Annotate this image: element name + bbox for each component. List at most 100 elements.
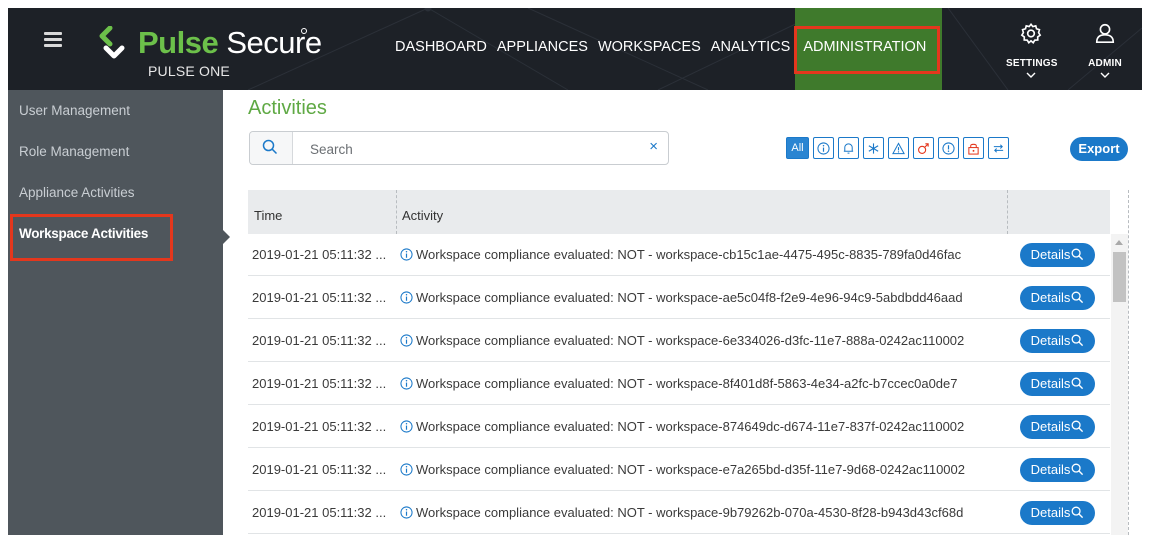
info-icon — [400, 506, 413, 519]
nav-workspaces[interactable]: WORKSPACES — [593, 8, 706, 90]
nav-dashboard[interactable]: DASHBOARD — [389, 8, 492, 90]
filter-sync-button[interactable] — [988, 137, 1009, 159]
activity-description: Workspace compliance evaluated: NOT - wo… — [416, 462, 965, 477]
scroll-up-arrow-icon[interactable] — [1115, 240, 1123, 245]
filter-user-button[interactable] — [913, 137, 934, 159]
details-label: Details — [1030, 505, 1071, 520]
activity-description-cell: Workspace compliance evaluated: NOT - wo… — [400, 277, 963, 319]
activity-time: 2019-01-21 05:11:32 ... — [252, 462, 387, 477]
info-icon — [400, 291, 413, 304]
filter-all-button[interactable]: All — [786, 137, 809, 159]
table-row[interactable]: 2019-01-21 05:11:32 ... Workspace complia… — [248, 320, 1110, 362]
top-navigation-bar: Pulse Secure PULSE ONE DASHBOARD APPLIAN… — [8, 8, 1142, 90]
table-row[interactable]: 2019-01-21 05:11:32 ... Workspace complia… — [248, 492, 1110, 534]
sidebar: User Management Role Management Applianc… — [8, 90, 223, 535]
pulse-secure-logo: Pulse Secure PULSE ONE — [96, 24, 322, 84]
table-right-divider — [1128, 190, 1129, 535]
search-icon — [1071, 420, 1084, 433]
details-button[interactable]: Details — [1020, 415, 1095, 439]
details-button[interactable]: Details — [1020, 501, 1095, 525]
scroll-thumb[interactable] — [1113, 252, 1126, 302]
page-title: Activities — [248, 97, 327, 119]
filter-error-button[interactable] — [938, 137, 959, 159]
details-label: Details — [1030, 290, 1071, 305]
sidebar-item-workspace-activities[interactable]: Workspace Activities — [8, 213, 223, 254]
activity-time: 2019-01-21 05:11:32 ... — [252, 333, 387, 348]
admin-menu[interactable]: ADMIN — [1082, 8, 1128, 90]
details-label: Details — [1030, 247, 1071, 262]
table-row[interactable]: 2019-01-21 05:11:32 ... Workspace complia… — [248, 363, 1110, 405]
chevron-down-icon — [1100, 72, 1110, 78]
activity-time: 2019-01-21 05:11:32 ... — [252, 419, 387, 434]
search-icon — [262, 139, 278, 155]
hamburger-menu-icon[interactable] — [44, 32, 62, 52]
activity-time: 2019-01-21 05:11:32 ... — [252, 376, 387, 391]
activity-time: 2019-01-21 05:11:32 ... — [252, 247, 387, 262]
brand-name-secure: Secure — [226, 25, 322, 60]
sidebar-item-role-management[interactable]: Role Management — [8, 131, 223, 172]
nav-appliances[interactable]: APPLIANCES — [492, 8, 593, 90]
table-row[interactable]: 2019-01-21 05:11:32 ... Workspace complia… — [248, 449, 1110, 491]
chevron-down-icon — [1026, 72, 1036, 78]
filter-warning-button[interactable] — [888, 137, 909, 159]
column-divider — [1007, 190, 1008, 234]
search-icon — [1071, 334, 1084, 347]
nav-analytics[interactable]: ANALYTICS — [706, 8, 796, 90]
settings-menu[interactable]: SETTINGS — [1006, 8, 1057, 90]
details-button[interactable]: Details — [1020, 458, 1095, 482]
table-row[interactable]: 2019-01-21 05:11:32 ... Workspace complia… — [248, 234, 1110, 276]
gear-icon — [1020, 22, 1042, 44]
details-button[interactable]: Details — [1020, 372, 1095, 396]
activity-filters: All — [786, 137, 1013, 161]
column-header-time[interactable]: Time — [254, 190, 282, 234]
bell-icon — [843, 142, 854, 154]
active-item-pointer — [223, 230, 230, 244]
arrows-icon — [993, 143, 1004, 153]
details-label: Details — [1030, 333, 1071, 348]
activity-description-cell: Workspace compliance evaluated: NOT - wo… — [400, 234, 961, 276]
table-row[interactable]: 2019-01-21 05:11:32 ... Workspace complia… — [248, 406, 1110, 448]
activity-time: 2019-01-21 05:11:32 ... — [252, 505, 387, 520]
column-header-activity[interactable]: Activity — [402, 190, 443, 234]
activity-description: Workspace compliance evaluated: NOT - wo… — [416, 290, 963, 305]
lock-icon — [968, 143, 979, 155]
activity-description: Workspace compliance evaluated: NOT - wo… — [416, 505, 964, 520]
activity-description-cell: Workspace compliance evaluated: NOT - wo… — [400, 320, 964, 362]
activity-description-cell: Workspace compliance evaluated: NOT - wo… — [400, 449, 965, 491]
info-icon — [400, 463, 413, 476]
details-button[interactable]: Details — [1020, 286, 1095, 310]
filter-security-button[interactable] — [963, 137, 984, 159]
search-button[interactable] — [250, 132, 293, 164]
search-icon — [1071, 377, 1084, 390]
filter-info-button[interactable] — [813, 137, 834, 159]
main-navigation: DASHBOARD APPLIANCES WORKSPACES ANALYTIC… — [389, 8, 943, 90]
filter-system-button[interactable] — [863, 137, 884, 159]
info-icon — [400, 377, 413, 390]
search-icon — [1071, 506, 1084, 519]
clear-search-icon[interactable]: × — [649, 138, 658, 155]
activity-description-cell: Workspace compliance evaluated: NOT - wo… — [400, 406, 964, 448]
filter-alert-button[interactable] — [838, 137, 859, 159]
details-label: Details — [1030, 462, 1071, 477]
export-button[interactable]: Export — [1070, 137, 1128, 161]
pulse-secure-mark-icon — [99, 26, 125, 59]
registered-mark-icon — [301, 28, 307, 34]
table-header: Time Activity — [248, 190, 1110, 234]
asterisk-icon — [868, 142, 879, 154]
sidebar-item-appliance-activities[interactable]: Appliance Activities — [8, 172, 223, 213]
table-scrollbar[interactable] — [1111, 234, 1128, 535]
brand-name-pulse: Pulse — [138, 25, 219, 60]
search-box: × — [249, 131, 669, 165]
nav-administration[interactable]: ADMINISTRATION — [795, 8, 943, 90]
info-icon — [400, 420, 413, 433]
activity-description-cell: Workspace compliance evaluated: NOT - wo… — [400, 363, 958, 405]
user-icon — [1095, 23, 1115, 43]
details-button[interactable]: Details — [1020, 329, 1095, 353]
activity-description: Workspace compliance evaluated: NOT - wo… — [416, 247, 962, 262]
sidebar-item-user-management[interactable]: User Management — [8, 90, 223, 131]
details-button[interactable]: Details — [1020, 243, 1095, 267]
table-row[interactable]: 2019-01-21 05:11:32 ... Workspace complia… — [248, 277, 1110, 319]
activity-time: 2019-01-21 05:11:32 ... — [252, 290, 387, 305]
search-input[interactable] — [310, 139, 630, 159]
info-icon — [817, 141, 830, 155]
